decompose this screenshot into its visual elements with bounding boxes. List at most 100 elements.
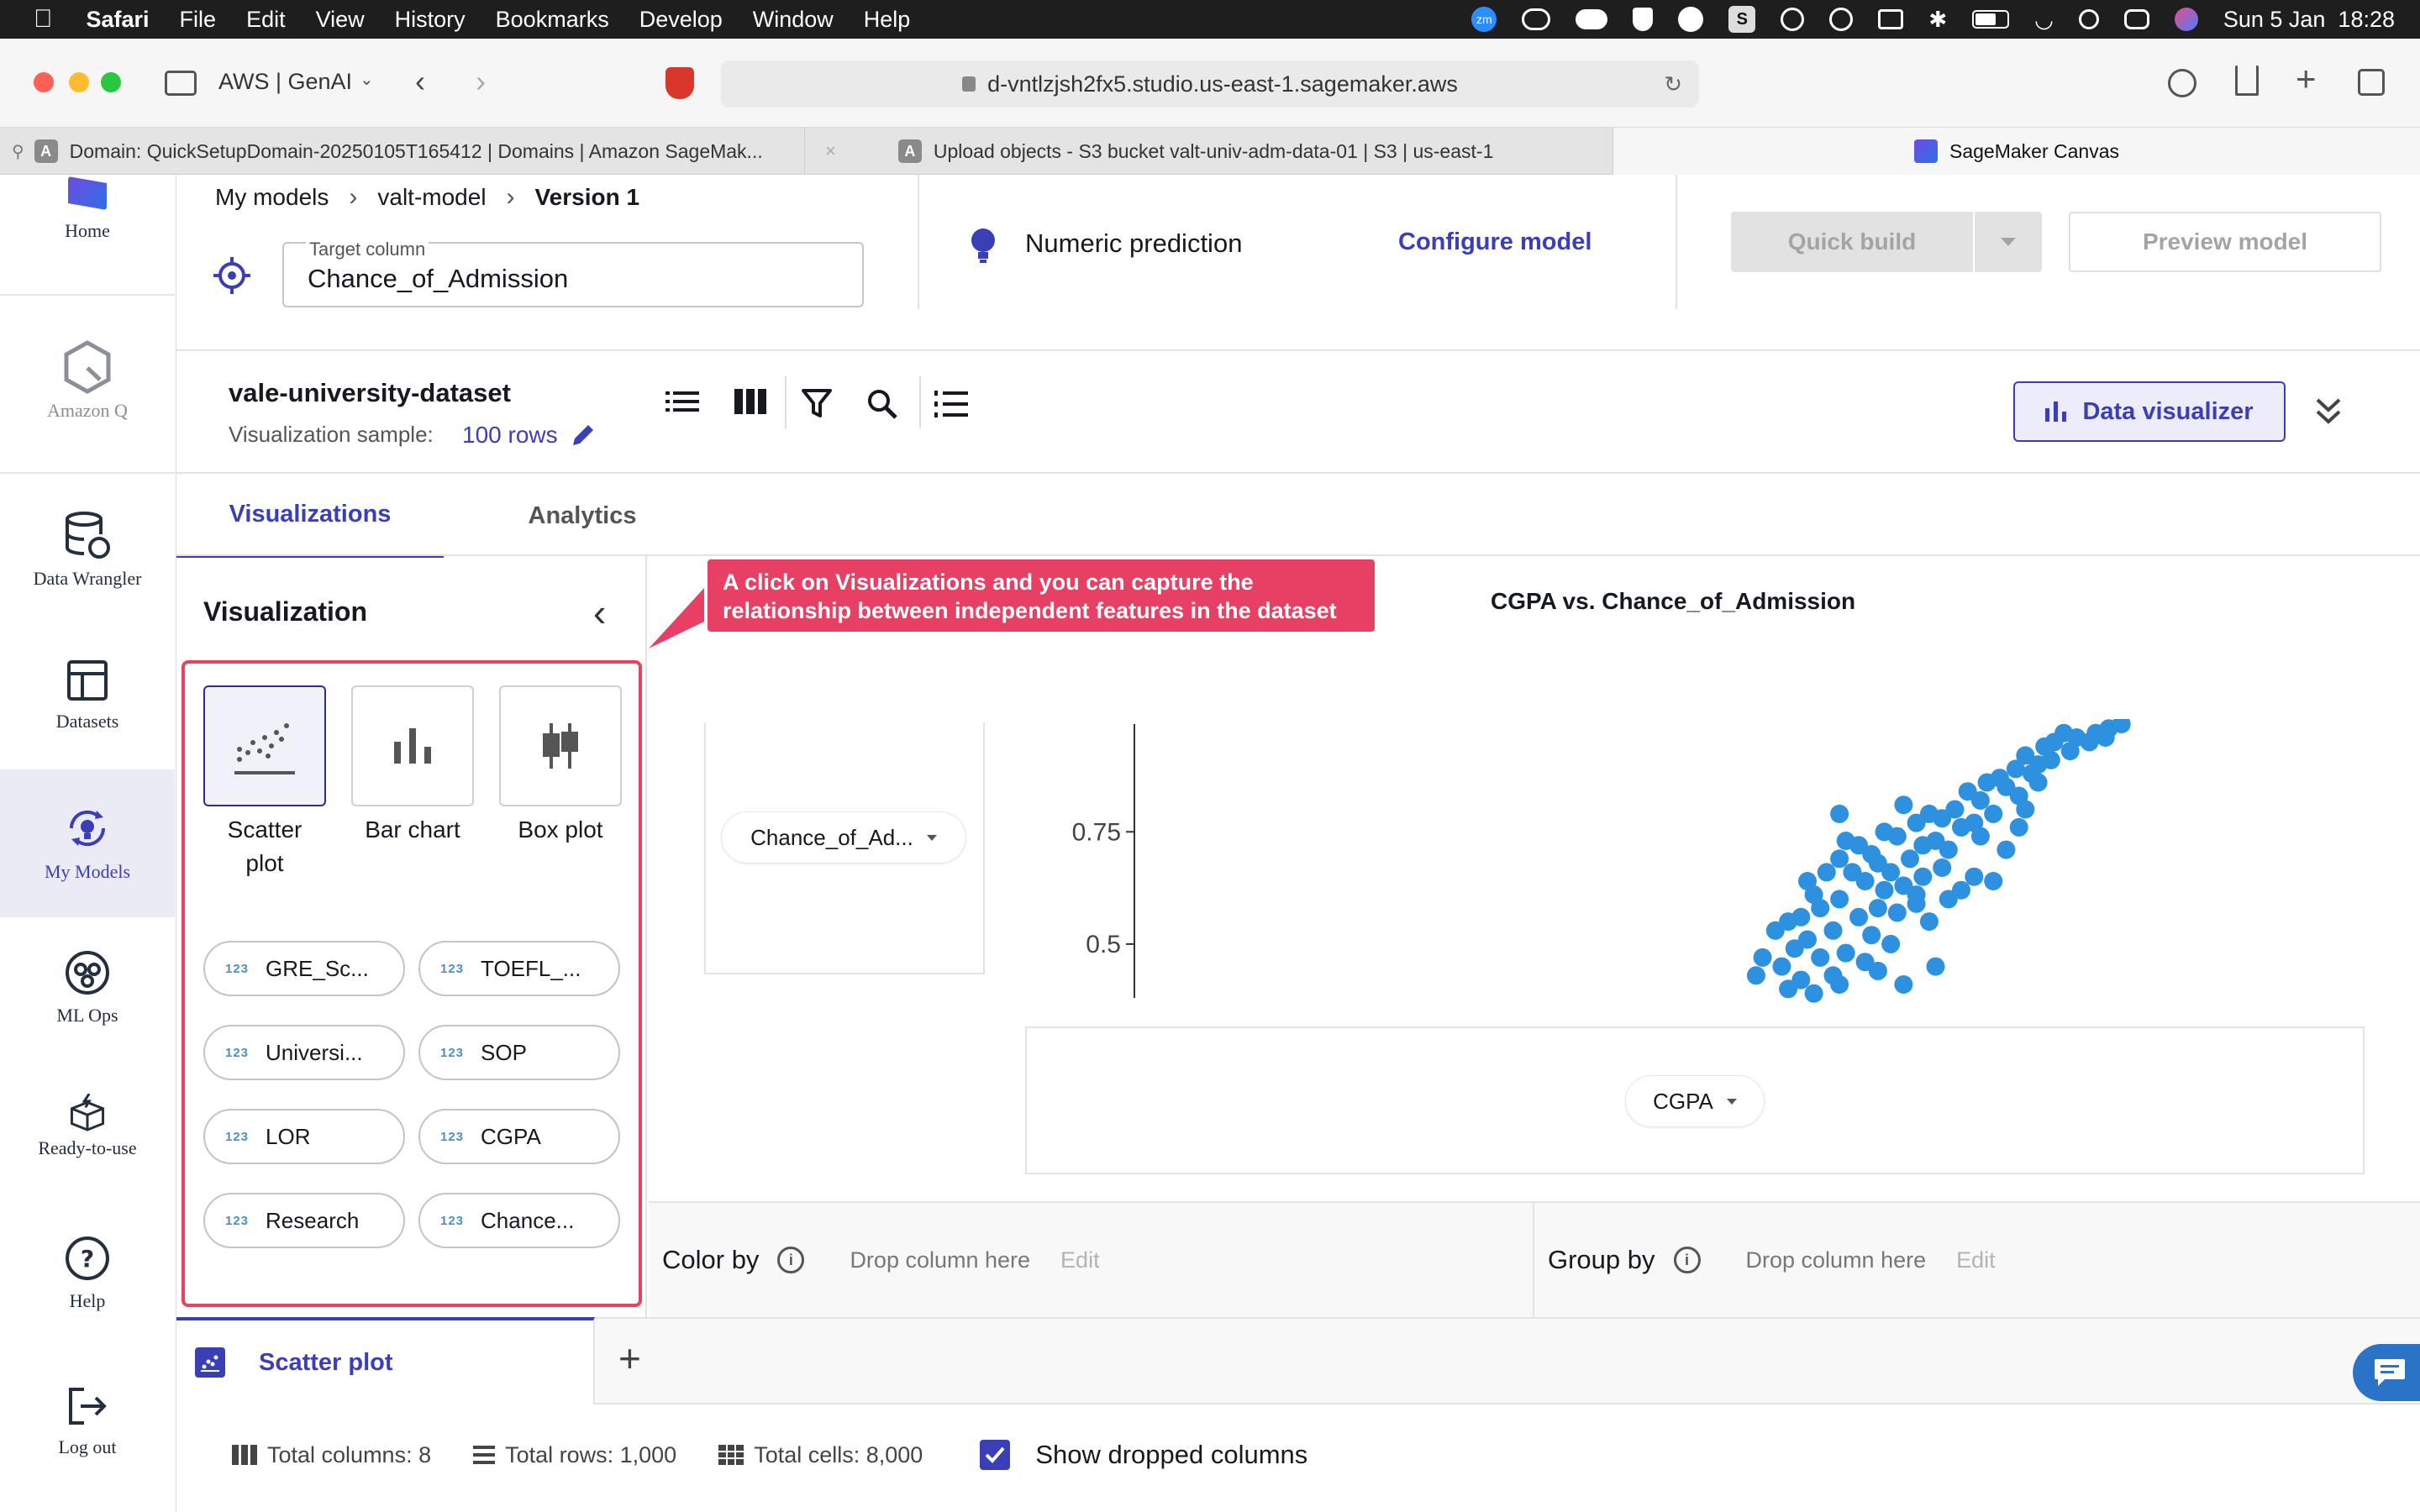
scatter-point[interactable]	[1970, 827, 1990, 846]
show-dropped-checkbox[interactable]	[980, 1440, 1011, 1470]
scatter-point[interactable]	[1907, 813, 1926, 832]
menu-develop[interactable]: Develop	[639, 7, 723, 33]
scatter-point[interactable]	[2009, 817, 2028, 837]
scatter-point[interactable]	[1830, 890, 1849, 909]
menu-file[interactable]: File	[180, 7, 217, 33]
scatter-point[interactable]	[1926, 957, 1945, 976]
column-chip-research[interactable]: 123 Research	[203, 1193, 405, 1248]
scatter-point[interactable]	[1887, 903, 1907, 922]
scatter-point[interactable]	[2044, 732, 2064, 752]
scatter-point[interactable]	[1913, 867, 1933, 886]
nav-amazon-q[interactable]: Amazon Q	[0, 339, 175, 422]
scatter-point[interactable]	[1881, 934, 1901, 953]
scatter-point[interactable]	[1907, 885, 1926, 905]
siri-icon[interactable]	[2174, 8, 2198, 31]
scatter-point[interactable]	[1939, 840, 1958, 859]
bluetooth-icon[interactable]: ✱	[1928, 7, 1947, 33]
search-icon[interactable]	[867, 389, 897, 419]
column-chip-chance[interactable]: 123 Chance...	[418, 1193, 620, 1248]
preview-model-button[interactable]: Preview model	[2069, 212, 2381, 272]
column-chip-university[interactable]: 123 Universi...	[203, 1025, 405, 1080]
scatter-point[interactable]	[1836, 943, 1855, 963]
grammarly-icon[interactable]	[1678, 7, 1704, 32]
nav-ml-ops[interactable]: ML Ops	[0, 948, 175, 1026]
scatter-point[interactable]	[1970, 790, 1990, 810]
configure-model-link[interactable]: Configure model	[1398, 228, 1591, 256]
menu-edit[interactable]: Edit	[246, 7, 286, 33]
list-view-icon[interactable]	[666, 389, 699, 414]
collapse-panel-chevron-icon[interactable]: ‹	[593, 590, 606, 635]
menu-help[interactable]: Help	[864, 7, 911, 33]
downloads-icon[interactable]	[2168, 69, 2196, 97]
scatter-point[interactable]	[1798, 872, 1817, 890]
column-view-icon[interactable]	[734, 389, 766, 414]
column-chip-toefl[interactable]: 123 TOEFL_...	[418, 941, 620, 996]
scatter-point[interactable]	[1868, 899, 1887, 918]
target-column-field[interactable]: Target column Chance_of_Admission	[282, 239, 864, 307]
scatter-point[interactable]	[1855, 872, 1875, 890]
scatter-point[interactable]	[1765, 921, 1785, 940]
tab-analytics[interactable]: Analytics	[444, 474, 721, 558]
tab-group-title[interactable]: AWS | GenAI	[218, 69, 352, 95]
scatter-point[interactable]	[1823, 921, 1843, 940]
scatter-point[interactable]	[2016, 800, 2035, 819]
scatter-point[interactable]	[1811, 948, 1830, 967]
scatter-point[interactable]	[1830, 804, 1849, 823]
scatter-point[interactable]	[1868, 961, 1887, 980]
airdrop-icon[interactable]	[1781, 8, 1805, 31]
s-app-icon[interactable]: S	[1728, 6, 1756, 33]
scatter-point[interactable]	[1817, 863, 1836, 882]
scatter-point[interactable]	[1977, 773, 1996, 792]
scatter-point[interactable]	[1804, 984, 1823, 1003]
screen-mirror-icon[interactable]	[1878, 9, 1904, 29]
collapse-chevrons-icon[interactable]	[2314, 396, 2343, 425]
scatter-point[interactable]	[1996, 840, 2016, 859]
scatter-point[interactable]	[1772, 957, 1791, 976]
bar-chart-type[interactable]: Bar chart	[351, 685, 474, 847]
chat-support-button[interactable]	[2353, 1344, 2420, 1401]
browser-tab-s3[interactable]: × A Upload objects - S3 bucket valt-univ…	[805, 128, 1613, 175]
tab-visualizations[interactable]: Visualizations	[176, 474, 444, 558]
scatter-point[interactable]	[1881, 863, 1901, 882]
scatter-point[interactable]	[1862, 926, 1881, 945]
scatter-point[interactable]	[1849, 907, 1868, 927]
scatter-point[interactable]	[1875, 822, 1894, 842]
nav-ready-to-use[interactable]: Ready-to-use	[0, 1094, 175, 1159]
scatter-point[interactable]	[1965, 867, 1984, 886]
scatter-point[interactable]	[1919, 912, 1939, 932]
scatter-point[interactable]	[2041, 750, 2060, 769]
menu-app-name[interactable]: Safari	[87, 7, 150, 33]
quick-build-button[interactable]: Quick build	[1731, 212, 1973, 272]
box-plot-tile[interactable]	[499, 685, 622, 806]
breadcrumb-my-models[interactable]: My models	[215, 184, 329, 211]
sidebar-toggle-icon[interactable]	[165, 71, 197, 96]
menu-window[interactable]: Window	[753, 7, 834, 33]
share-icon[interactable]	[2235, 66, 2259, 96]
forward-button[interactable]: ›	[476, 64, 486, 99]
numbered-list-icon[interactable]	[934, 389, 968, 419]
zoom-icon[interactable]: zm	[1471, 7, 1497, 32]
scatter-point[interactable]	[1836, 832, 1855, 850]
new-tab-icon[interactable]: +	[2296, 59, 2317, 99]
scatter-point[interactable]	[1894, 795, 1913, 815]
apple-icon[interactable]: 	[34, 5, 53, 34]
scatter-point[interactable]	[1933, 858, 1952, 877]
scatter-point[interactable]	[2060, 742, 2080, 761]
spotlight-icon[interactable]	[2078, 9, 2099, 29]
viz-tab-scatter-plot[interactable]: Scatter plot	[176, 1317, 595, 1404]
scatter-point[interactable]	[2080, 732, 2099, 752]
column-chip-lor[interactable]: 123 LOR	[203, 1109, 405, 1164]
group-by-drop-target[interactable]: Drop column here	[1746, 1247, 1927, 1273]
shield-icon[interactable]	[1633, 8, 1654, 31]
creative-cloud-icon[interactable]	[1522, 8, 1551, 30]
scatter-point[interactable]	[1952, 817, 1970, 837]
scatter-point[interactable]	[1984, 872, 2003, 890]
close-window-button[interactable]	[34, 72, 54, 92]
nav-log-out[interactable]: Log out	[0, 1384, 175, 1458]
nav-datasets[interactable]: Datasets	[0, 659, 175, 732]
nav-data-wrangler[interactable]: Data Wrangler	[0, 511, 175, 590]
data-visualizer-button[interactable]: Data visualizer	[2013, 381, 2286, 442]
cloud-icon[interactable]	[1576, 9, 1608, 29]
menubar-clock[interactable]: Sun 5 Jan 18:28	[2223, 7, 2395, 33]
column-chip-gre[interactable]: 123 GRE_Sc...	[203, 941, 405, 996]
